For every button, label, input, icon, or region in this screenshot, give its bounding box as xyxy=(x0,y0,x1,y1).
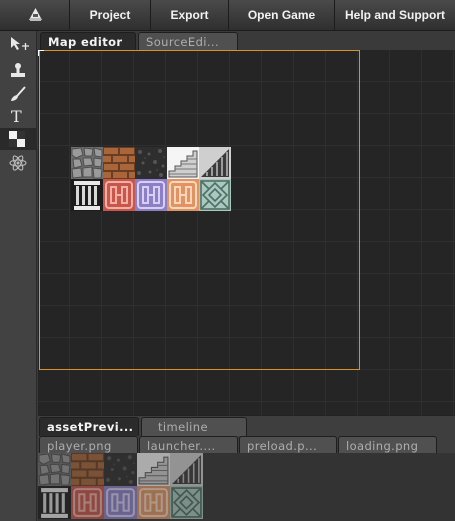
asset-tile-column[interactable] xyxy=(38,486,71,519)
menu-open-game[interactable]: Open Game xyxy=(229,0,335,31)
asset-tile-purple-ornate[interactable] xyxy=(104,486,137,519)
text-tool[interactable]: T xyxy=(0,105,37,127)
svg-text:T: T xyxy=(11,107,22,125)
map-tile-brick[interactable] xyxy=(103,147,135,179)
asset-tile-stairs-light[interactable] xyxy=(137,453,170,486)
tab-asset-preview[interactable]: assetPrevi... xyxy=(39,417,139,436)
brush-icon xyxy=(11,86,26,101)
asset-preview-area[interactable] xyxy=(38,453,455,521)
menu-bar: Project Export Open Game Help and Suppor… xyxy=(0,0,455,31)
asset-tile-orange-ornate[interactable] xyxy=(137,486,170,519)
checker-icon xyxy=(9,131,25,147)
stamp-tool[interactable] xyxy=(0,60,37,82)
map-tile-stairs-light[interactable] xyxy=(167,147,199,179)
asset-tile-red-ornate[interactable] xyxy=(71,486,104,519)
panel-tabs: assetPrevi... timeline xyxy=(39,417,249,436)
physics-tool[interactable] xyxy=(0,152,37,174)
tab-source-editor[interactable]: SourceEdi... xyxy=(138,32,238,51)
asset-tile-cobblestone[interactable] xyxy=(38,453,71,486)
map-origin-marker xyxy=(38,50,44,56)
menu-help-support[interactable]: Help and Support xyxy=(335,0,455,31)
menu-project[interactable]: Project xyxy=(70,0,151,31)
text-icon: T xyxy=(11,107,22,125)
select-move-tool[interactable] xyxy=(0,33,37,55)
tool-palette: T xyxy=(0,31,37,521)
map-tile-cobblestone[interactable] xyxy=(71,147,103,179)
arrow-move-icon xyxy=(11,37,29,50)
map-tile-stairs-dark[interactable] xyxy=(199,147,231,179)
asset-tile-stairs-dark[interactable] xyxy=(170,453,203,486)
asset-tile-dark-stone[interactable] xyxy=(104,453,137,486)
tab-map-editor[interactable]: Map editor xyxy=(40,32,136,51)
logo-button[interactable] xyxy=(0,0,70,31)
map-tile-red-ornate[interactable] xyxy=(103,179,135,211)
editor-tabs: Map editor SourceEdi... xyxy=(40,32,240,51)
stamp-icon xyxy=(11,63,25,77)
menu-export[interactable]: Export xyxy=(151,0,229,31)
asset-tile-brick[interactable] xyxy=(71,453,104,486)
map-tile-dark-stone[interactable] xyxy=(135,147,167,179)
map-canvas[interactable] xyxy=(38,50,455,415)
brush-tool[interactable] xyxy=(0,83,37,105)
map-tile-green-ornate[interactable] xyxy=(199,179,231,211)
atom-icon xyxy=(9,155,27,171)
asset-tile-green-ornate[interactable] xyxy=(170,486,203,519)
tile-tool[interactable] xyxy=(0,128,37,150)
map-tile-purple-ornate[interactable] xyxy=(135,179,167,211)
tab-timeline[interactable]: timeline xyxy=(141,417,247,436)
engine-logo-icon xyxy=(29,8,42,21)
map-tile-column[interactable] xyxy=(71,179,103,211)
map-tile-orange-ornate[interactable] xyxy=(167,179,199,211)
